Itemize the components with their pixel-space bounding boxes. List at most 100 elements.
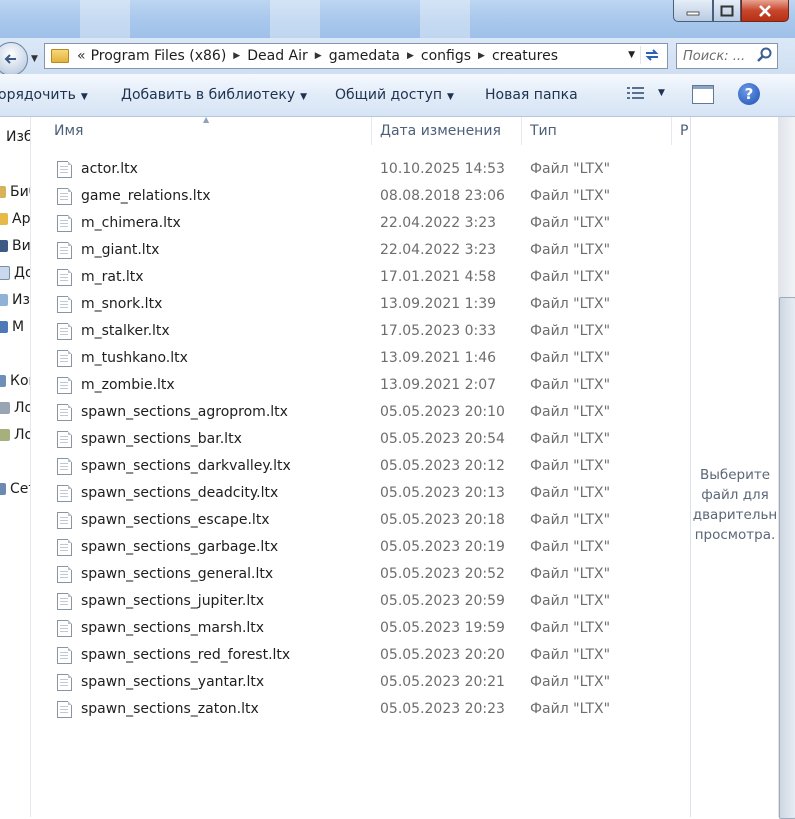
file-name: m_stalker.ltx [81,323,170,339]
computer-icon [0,375,6,387]
vertical-scrollbar[interactable] [778,117,795,819]
file-row[interactable]: m_stalker.ltx 17.05.2023 0:33 Файл "LTX" [31,318,690,345]
nav-item-local-disk-1[interactable]: Ло [0,399,30,417]
file-name: spawn_sections_bar.ltx [81,431,242,447]
file-row[interactable]: spawn_sections_red_forest.ltx 05.05.2023 … [31,642,690,669]
file-type: Файл "LTX" [530,512,611,528]
file-type: Файл "LTX" [530,701,611,717]
nav-item-pictures[interactable]: Из [0,291,30,309]
search-icon[interactable] [757,47,773,63]
back-button[interactable] [0,42,28,76]
file-row[interactable]: spawn_sections_yantar.ltx 05.05.2023 20:2… [31,669,690,696]
search-placeholder: Поиск: ... [683,48,746,64]
breadcrumb-program-files[interactable]: Program Files (x86) [91,48,227,64]
file-name: spawn_sections_marsh.ltx [81,620,265,636]
column-header-name[interactable]: Имя [54,123,83,139]
nav-item-documents[interactable]: До [0,264,30,282]
column-divider[interactable] [521,117,522,145]
file-row[interactable]: spawn_sections_marsh.ltx 05.05.2023 19:59… [31,615,690,642]
breadcrumb-dead-air[interactable]: Dead Air [247,48,308,64]
file-row[interactable]: game_relations.ltx 08.08.2018 23:06 Файл "… [31,183,690,210]
organize-menu[interactable]: орядочить ▼ [0,87,88,103]
column-divider[interactable] [671,117,672,145]
nav-item-videos[interactable]: Ви [0,237,30,255]
column-divider[interactable] [371,117,372,145]
overflow-chevron[interactable]: « [77,48,86,64]
column-header-date[interactable]: Дата изменения [380,123,501,139]
add-to-library-menu[interactable]: Добавить в библиотеку ▼ [121,87,307,103]
ltx-file-icon [57,620,72,637]
file-name: spawn_sections_garbage.ltx [81,539,279,555]
file-type: Файл "LTX" [530,296,611,312]
file-row[interactable]: m_rat.ltx 17.01.2021 4:58 Файл "LTX" [31,264,690,291]
file-row[interactable]: m_zombie.ltx 13.09.2021 2:07 Файл "LTX" [31,372,690,399]
file-row[interactable]: m_giant.ltx 22.04.2022 3:23 Файл "LTX" [31,237,690,264]
file-row[interactable]: actor.ltx 10.10.2025 14:53 Файл "LTX" [31,156,690,183]
breadcrumb-separator-icon[interactable]: ▶ [315,51,322,61]
file-row[interactable]: spawn_sections_bar.ltx 05.05.2023 20:54 Фа… [31,426,690,453]
ltx-file-icon [57,242,72,259]
disk-icon [0,429,10,441]
file-type: Файл "LTX" [530,458,611,474]
breadcrumb-separator-icon[interactable]: ▶ [233,51,240,61]
nav-item-music[interactable]: М [0,318,24,336]
breadcrumb-separator-icon[interactable]: ▶ [407,51,414,61]
help-button[interactable]: ? [738,83,760,105]
file-row[interactable]: spawn_sections_jupiter.ltx 05.05.2023 20:… [31,588,690,615]
nav-item-network[interactable]: Сет [0,480,30,498]
file-row[interactable]: m_chimera.ltx 22.04.2022 3:23 Файл "LTX" [31,210,690,237]
breadcrumb-configs[interactable]: configs [421,48,471,64]
file-row[interactable]: spawn_sections_general.ltx 05.05.2023 20:… [31,561,690,588]
ltx-file-icon [57,350,72,367]
nav-item-favorites[interactable]: Изб [0,128,30,146]
refresh-icon [645,49,659,61]
breadcrumb-separator-icon[interactable]: ▶ [478,51,485,61]
file-date: 05.05.2023 20:19 [380,539,505,555]
breadcrumb-gamedata[interactable]: gamedata [329,48,400,64]
file-date: 22.04.2022 3:23 [380,242,497,258]
address-dropdown-button[interactable]: ▼ [628,50,635,60]
address-bar[interactable]: « Program Files (x86) ▶ Dead Air ▶ gamed… [44,43,668,69]
close-button[interactable] [741,0,789,22]
nav-item-library-1[interactable]: Ар [0,210,30,228]
share-menu[interactable]: Общий доступ ▼ [335,87,454,103]
maximize-button[interactable] [713,0,741,22]
refresh-button[interactable] [640,46,663,64]
file-list[interactable]: ▲ Имя Дата изменения Тип Р actor.ltx 10.1… [31,115,690,817]
chevron-down-icon[interactable]: ▼ [658,88,665,98]
file-row[interactable]: spawn_sections_garbage.ltx 05.05.2023 20:… [31,534,690,561]
file-row[interactable]: m_snork.ltx 13.09.2021 1:39 Файл "LTX" [31,291,690,318]
file-type: Файл "LTX" [530,242,611,258]
nav-item-computer[interactable]: Ком [0,372,30,390]
file-row[interactable]: spawn_sections_agroprom.ltx 05.05.2023 20… [31,399,690,426]
preview-message: Выберите файл для дварительн просмотра. [691,465,779,545]
file-type: Файл "LTX" [530,350,611,366]
preview-pane-button[interactable] [692,85,714,104]
file-type: Файл "LTX" [530,377,611,393]
new-folder-button[interactable]: Новая папка [485,87,578,103]
nav-item-libraries[interactable]: Биб [0,183,30,201]
file-row[interactable]: spawn_sections_deadcity.ltx 05.05.2023 20… [31,480,690,507]
ltx-file-icon [57,404,72,421]
window-title-bar[interactable] [0,0,795,38]
file-date: 05.05.2023 20:12 [380,458,505,474]
file-date: 05.05.2023 20:23 [380,701,505,717]
file-row[interactable]: m_tushkano.ltx 13.09.2021 1:46 Файл "LTX" [31,345,690,372]
nav-item-local-disk-2[interactable]: Ло [0,426,30,444]
breadcrumb-creatures[interactable]: creatures [492,48,558,64]
column-header-type[interactable]: Тип [530,123,557,139]
column-headers: ▲ Имя Дата изменения Тип Р [31,115,690,145]
history-dropdown-button[interactable]: ▼ [31,54,38,64]
file-row[interactable]: spawn_sections_darkvalley.ltx 05.05.2023 … [31,453,690,480]
file-row[interactable]: spawn_sections_escape.ltx 05.05.2023 20:1… [31,507,690,534]
search-field[interactable]: Поиск: ... [676,43,778,69]
minimize-button[interactable] [673,0,713,22]
file-type: Файл "LTX" [530,593,611,609]
scrollbar-thumb[interactable] [779,297,795,819]
column-header-size[interactable]: Р [680,123,688,139]
ltx-file-icon [57,593,72,610]
chevron-down-icon: ▼ [447,92,454,102]
file-name: m_chimera.ltx [81,215,181,231]
file-row[interactable]: spawn_sections_zaton.ltx 05.05.2023 20:23… [31,696,690,723]
change-view-button[interactable]: ▼ [626,85,665,101]
